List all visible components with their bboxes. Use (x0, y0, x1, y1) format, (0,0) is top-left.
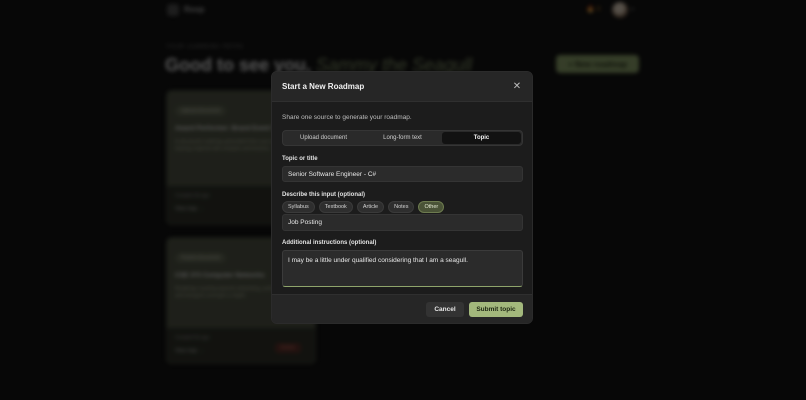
instructions-label: Additional instructions (optional) (282, 240, 377, 246)
tab-long-form-text[interactable]: Long-form text (363, 132, 442, 144)
describe-label: Describe this input (optional) (282, 192, 366, 198)
cancel-button[interactable]: Cancel (426, 302, 464, 317)
dialog-title: Start a New Roadmap (282, 82, 365, 91)
tab-topic[interactable]: Topic (442, 132, 521, 144)
topic-input[interactable]: Senior Software Engineer - C# (282, 166, 523, 182)
describe-input[interactable]: Job Posting (282, 214, 523, 231)
chip-syllabus[interactable]: Syllabus (282, 201, 315, 213)
close-icon: ✕ (512, 80, 522, 92)
dialog-header: Start a New Roadmap ✕ (272, 72, 532, 102)
dialog-subtitle: Share one source to generate your roadma… (282, 114, 412, 121)
input-type-chips: Syllabus Textbook Article Notes Other (282, 201, 445, 213)
chip-article[interactable]: Article (356, 201, 385, 213)
instructions-textarea[interactable]: I may be a little under qualified consid… (282, 250, 523, 287)
chip-textbook[interactable]: Textbook (318, 201, 353, 213)
tab-upload-document[interactable]: Upload document (284, 132, 363, 144)
source-tabs: Upload document Long-form text Topic (282, 130, 523, 146)
new-roadmap-dialog: Start a New Roadmap ✕ Share one source t… (271, 71, 533, 324)
close-button[interactable]: ✕ (511, 80, 523, 92)
submit-topic-button[interactable]: Submit topic (469, 302, 523, 317)
chip-notes[interactable]: Notes (388, 201, 415, 213)
topic-label: Topic or title (282, 156, 318, 162)
dialog-footer: Cancel Submit topic (272, 294, 532, 323)
chip-other[interactable]: Other (418, 201, 445, 213)
